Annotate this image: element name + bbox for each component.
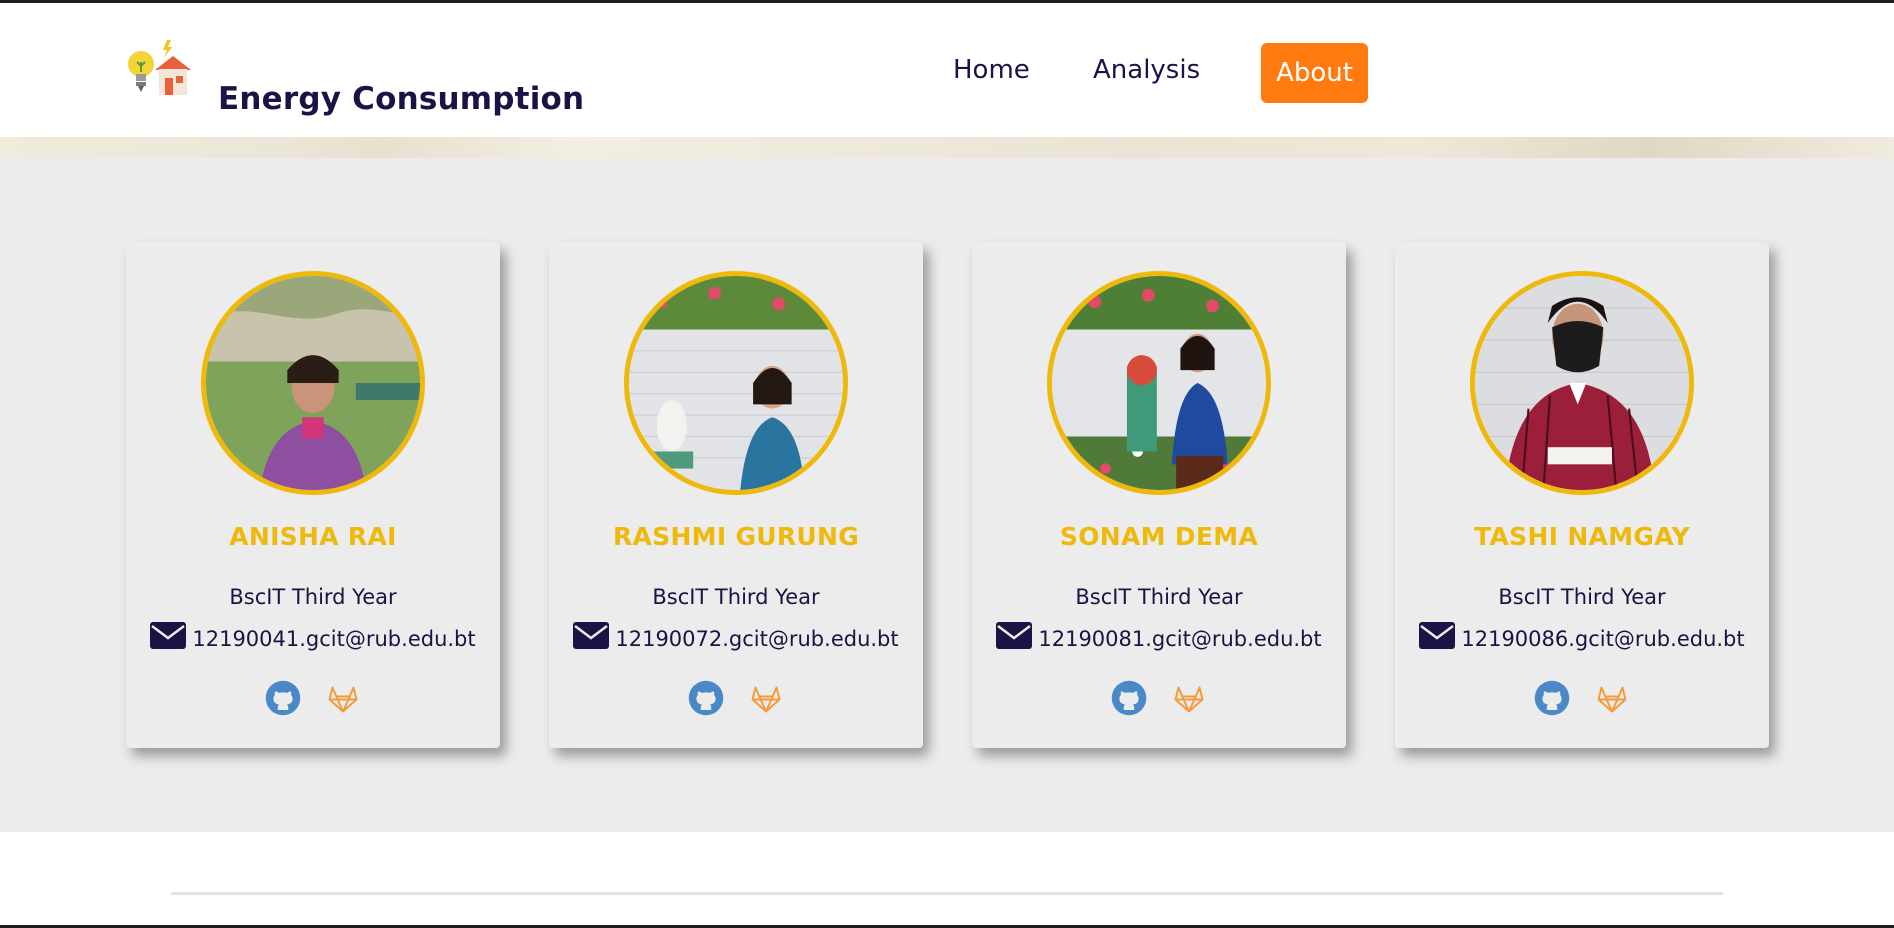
- social-links: [972, 680, 1346, 720]
- member-name: TASHI NAMGAY: [1474, 522, 1690, 551]
- envelope-icon: [150, 622, 187, 654]
- navbar: Energy Consumption Home Analysis About: [0, 3, 1894, 137]
- email-text[interactable]: 12190081.gcit@rub.edu.bt: [1038, 627, 1321, 651]
- social-links: [549, 680, 923, 720]
- team-card: TASHI NAMGAY BscIT Third Year 12190086.g…: [1395, 242, 1769, 748]
- member-year: BscIT Third Year: [652, 585, 820, 609]
- gitlab-icon[interactable]: [748, 680, 784, 720]
- github-icon[interactable]: [265, 680, 301, 720]
- member-photo: [1047, 271, 1271, 495]
- envelope-icon: [573, 622, 610, 654]
- member-name: RASHMI GURUNG: [612, 522, 860, 551]
- member-email: 12190041.gcit@rub.edu.bt: [126, 622, 500, 654]
- github-icon[interactable]: [688, 680, 724, 720]
- member-photo: [201, 271, 425, 495]
- gitlab-icon[interactable]: [325, 680, 361, 720]
- social-links: [1395, 680, 1769, 720]
- gitlab-icon[interactable]: [1594, 680, 1630, 720]
- member-email: 12190081.gcit@rub.edu.bt: [972, 622, 1346, 654]
- gitlab-icon[interactable]: [1171, 680, 1207, 720]
- member-name: ANISHA RAI: [229, 522, 397, 551]
- social-links: [126, 680, 500, 720]
- energy-house-bulb-icon[interactable]: [127, 36, 192, 100]
- email-text[interactable]: 12190041.gcit@rub.edu.bt: [192, 627, 475, 651]
- team-card: ANISHA RAI BscIT Third Year 12190041.gci…: [126, 242, 500, 748]
- github-icon[interactable]: [1534, 680, 1570, 720]
- email-text[interactable]: 12190086.gcit@rub.edu.bt: [1461, 627, 1744, 651]
- nav-home-link[interactable]: Home: [953, 55, 1030, 85]
- member-photo: [624, 271, 848, 495]
- member-name: SONAM DEMA: [1059, 522, 1259, 551]
- member-year: BscIT Third Year: [1498, 585, 1666, 609]
- hero-image-strip: [0, 137, 1894, 158]
- envelope-icon: [1419, 622, 1456, 654]
- team-card: SONAM DEMA BscIT Third Year 12190081.gci…: [972, 242, 1346, 748]
- envelope-icon: [996, 622, 1033, 654]
- footer-divider: [171, 892, 1723, 895]
- member-photo: [1470, 271, 1694, 495]
- nav-about-link[interactable]: About: [1261, 43, 1368, 103]
- member-year: BscIT Third Year: [1075, 585, 1243, 609]
- team-card: RASHMI GURUNG BscIT Third Year 12190072.…: [549, 242, 923, 748]
- member-year: BscIT Third Year: [229, 585, 397, 609]
- email-text[interactable]: 12190072.gcit@rub.edu.bt: [615, 627, 898, 651]
- github-icon[interactable]: [1111, 680, 1147, 720]
- site-title[interactable]: Energy Consumption: [218, 81, 584, 117]
- member-email: 12190072.gcit@rub.edu.bt: [549, 622, 923, 654]
- member-email: 12190086.gcit@rub.edu.bt: [1395, 622, 1769, 654]
- nav-analysis-link[interactable]: Analysis: [1093, 55, 1200, 85]
